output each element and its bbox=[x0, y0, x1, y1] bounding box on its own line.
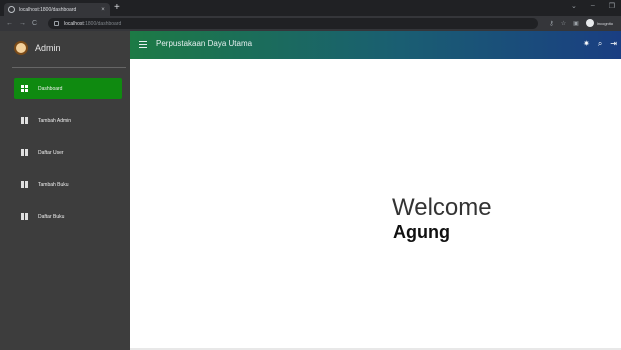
avatar bbox=[14, 41, 28, 55]
main-content: Welcome Agung bbox=[130, 59, 621, 350]
search-icon[interactable]: ⌕ bbox=[598, 39, 602, 49]
globe-icon bbox=[8, 6, 15, 13]
browser-toolbar: ← → C localhost :1800/dashboard ⚷ ☆ ▣ In… bbox=[0, 16, 621, 31]
book-icon bbox=[21, 181, 28, 188]
url-path: :1800/dashboard bbox=[83, 20, 122, 27]
url-host: localhost bbox=[64, 20, 84, 27]
sidebar-item-label: Tambah Admin bbox=[38, 117, 72, 124]
dashboard-icon bbox=[21, 85, 28, 92]
welcome-heading: Welcome bbox=[392, 194, 492, 221]
toolbar-actions: ⚷ ☆ ▣ Incognito bbox=[549, 19, 613, 27]
sidebar-nav: Dashboard Tambah Admin Daftar User Tamba… bbox=[14, 78, 122, 238]
sidebar-item-label: Daftar Buku bbox=[38, 213, 65, 220]
sidebar-item-daftar-buku[interactable]: Daftar Buku bbox=[14, 206, 122, 227]
back-button[interactable]: ← bbox=[6, 20, 13, 27]
incognito-label: Incognito bbox=[596, 20, 613, 26]
window-controls: ⌄ – ❐ bbox=[571, 2, 615, 10]
book-icon bbox=[21, 213, 28, 220]
app-header: Perpustakaan Daya Utama ✷ ⌕ ⇥ bbox=[130, 31, 621, 59]
page-title: Perpustakaan Daya Utama bbox=[156, 39, 253, 48]
logout-icon[interactable]: ⇥ bbox=[610, 39, 617, 49]
sidebar-item-daftar-user[interactable]: Daftar User bbox=[14, 142, 122, 163]
sidebar-item-tambah-admin[interactable]: Tambah Admin bbox=[14, 110, 122, 131]
incognito-badge[interactable]: Incognito bbox=[585, 19, 613, 27]
sidebar: Admin Dashboard Tambah Admin Daftar User… bbox=[0, 31, 130, 350]
sidebar-item-label: Dashboard bbox=[38, 85, 63, 92]
reload-button[interactable]: C bbox=[32, 20, 37, 27]
sidebar-item-tambah-buku[interactable]: Tambah Buku bbox=[14, 174, 122, 195]
sidebar-item-label: Tambah Buku bbox=[38, 181, 69, 188]
sidebar-item-label: Daftar User bbox=[38, 149, 64, 156]
minimize-button[interactable]: – bbox=[591, 2, 595, 10]
address-bar[interactable]: localhost :1800/dashboard bbox=[48, 18, 538, 29]
browser-window: localhost:1800/dashboard × + ⌄ – ❐ ← → C… bbox=[0, 0, 621, 350]
browser-tab[interactable]: localhost:1800/dashboard × bbox=[4, 3, 110, 16]
menu-icon[interactable] bbox=[139, 41, 147, 48]
sidepanel-icon[interactable]: ▣ bbox=[573, 20, 579, 27]
restore-button[interactable]: ❐ bbox=[609, 2, 615, 10]
tab-title: localhost:1800/dashboard bbox=[19, 6, 77, 13]
book-icon bbox=[21, 117, 28, 124]
sidebar-brand[interactable]: Admin bbox=[0, 31, 130, 65]
key-icon[interactable]: ⚷ bbox=[549, 20, 553, 27]
tab-search-icon[interactable]: ⌄ bbox=[571, 2, 577, 10]
incognito-icon bbox=[585, 19, 594, 27]
new-tab-button[interactable]: + bbox=[114, 2, 120, 14]
header-actions: ✷ ⌕ ⇥ bbox=[583, 39, 617, 49]
close-icon[interactable]: × bbox=[99, 7, 107, 13]
info-icon[interactable] bbox=[54, 21, 59, 26]
brand-title: Admin bbox=[35, 43, 61, 53]
book-icon bbox=[21, 149, 28, 156]
theme-icon[interactable]: ✷ bbox=[583, 39, 590, 49]
browser-tabbar: localhost:1800/dashboard × + ⌄ – ❐ bbox=[0, 0, 621, 16]
sidebar-item-dashboard[interactable]: Dashboard bbox=[14, 78, 122, 99]
divider bbox=[12, 67, 126, 68]
forward-button[interactable]: → bbox=[19, 20, 26, 27]
user-name: Agung bbox=[393, 222, 450, 242]
star-icon[interactable]: ☆ bbox=[561, 20, 566, 27]
